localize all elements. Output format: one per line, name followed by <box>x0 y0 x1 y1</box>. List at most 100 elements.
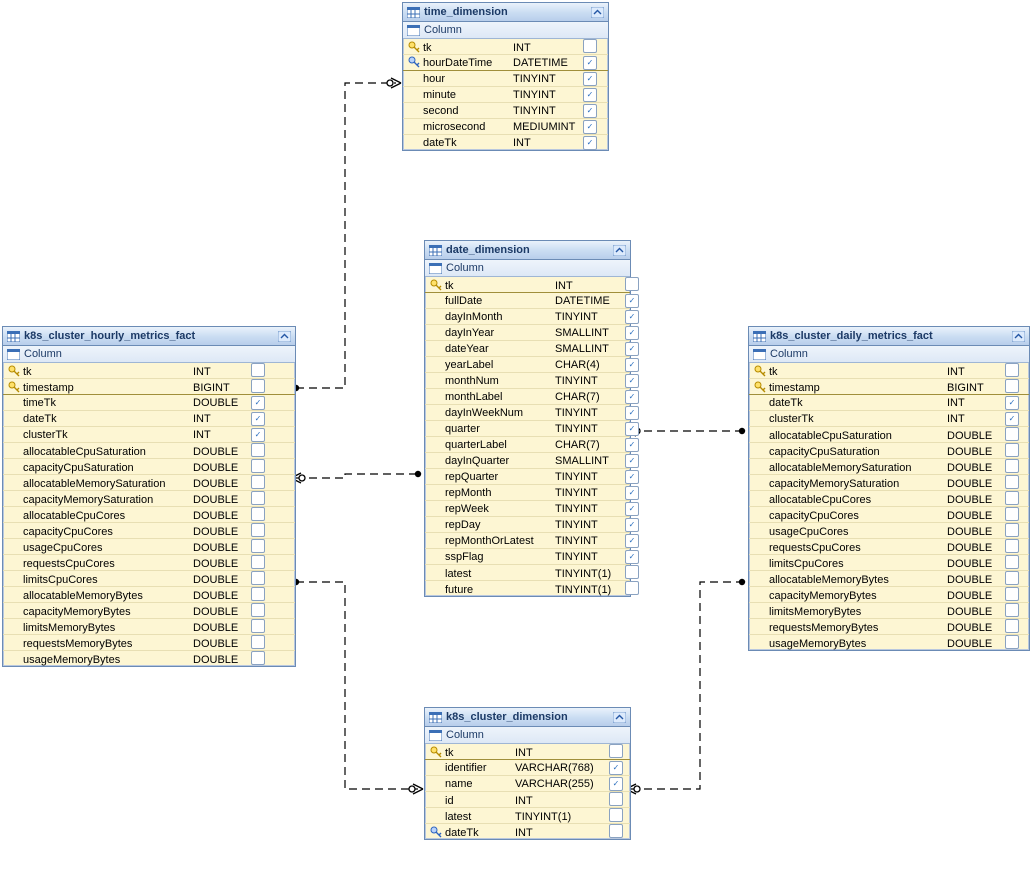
visibility-checkbox[interactable] <box>251 539 265 553</box>
column-row[interactable]: capacityCpuSaturationDOUBLE <box>749 443 1029 459</box>
visibility-checkbox[interactable]: ✓ <box>625 486 639 500</box>
visibility-checkbox[interactable]: ✓ <box>625 438 639 452</box>
visibility-checkbox[interactable]: ✓ <box>625 406 639 420</box>
visibility-checkbox[interactable] <box>251 635 265 649</box>
visibility-checkbox[interactable]: ✓ <box>625 390 639 404</box>
visibility-checkbox[interactable] <box>251 379 265 393</box>
visibility-checkbox[interactable] <box>251 523 265 537</box>
column-row[interactable]: nameVARCHAR(255)✓ <box>425 776 630 792</box>
visibility-checkbox[interactable] <box>251 603 265 617</box>
column-row[interactable]: usageMemoryBytesDOUBLE <box>749 635 1029 650</box>
visibility-checkbox[interactable] <box>625 581 639 595</box>
column-row[interactable]: repWeekTINYINT✓ <box>425 501 630 517</box>
column-row[interactable]: capacityMemorySaturationDOUBLE <box>3 491 295 507</box>
visibility-checkbox[interactable]: ✓ <box>625 518 639 532</box>
collapse-icon[interactable] <box>613 712 626 723</box>
column-row[interactable]: microsecondMEDIUMINT✓ <box>403 119 608 135</box>
collapse-icon[interactable] <box>613 245 626 256</box>
visibility-checkbox[interactable]: ✓ <box>625 470 639 484</box>
visibility-checkbox[interactable]: ✓ <box>625 422 639 436</box>
visibility-checkbox[interactable] <box>251 507 265 521</box>
visibility-checkbox[interactable]: ✓ <box>251 396 265 410</box>
collapse-icon[interactable] <box>278 331 291 342</box>
column-row[interactable]: tkINT <box>3 363 295 379</box>
table-cluster-dimension[interactable]: k8s_cluster_dimensionColumntkINTidentifi… <box>424 707 631 840</box>
column-row[interactable]: clusterTkINT✓ <box>3 427 295 443</box>
column-row[interactable]: quarterLabelCHAR(7)✓ <box>425 437 630 453</box>
column-row[interactable]: dateTkINT✓ <box>749 395 1029 411</box>
column-row[interactable]: dateYearSMALLINT✓ <box>425 341 630 357</box>
column-row[interactable]: dayInYearSMALLINT✓ <box>425 325 630 341</box>
visibility-checkbox[interactable] <box>1005 459 1019 473</box>
table-title-bar[interactable]: date_dimension <box>425 241 630 260</box>
column-row[interactable]: requestsCpuCoresDOUBLE <box>749 539 1029 555</box>
column-row[interactable]: minuteTINYINT✓ <box>403 87 608 103</box>
column-row[interactable]: requestsMemoryBytesDOUBLE <box>749 619 1029 635</box>
column-row[interactable]: quarterTINYINT✓ <box>425 421 630 437</box>
table-title-bar[interactable]: time_dimension <box>403 3 608 22</box>
table-title-bar[interactable]: k8s_cluster_daily_metrics_fact <box>749 327 1029 346</box>
visibility-checkbox[interactable] <box>251 587 265 601</box>
visibility-checkbox[interactable]: ✓ <box>625 342 639 356</box>
column-row[interactable]: tkINT <box>425 277 630 293</box>
visibility-checkbox[interactable]: ✓ <box>625 550 639 564</box>
visibility-checkbox[interactable] <box>251 363 265 377</box>
column-row[interactable]: usageMemoryBytesDOUBLE <box>3 651 295 666</box>
visibility-checkbox[interactable] <box>251 443 265 457</box>
visibility-checkbox[interactable] <box>1005 507 1019 521</box>
column-row[interactable]: tkINT <box>403 39 608 55</box>
visibility-checkbox[interactable]: ✓ <box>251 412 265 426</box>
column-row[interactable]: allocatableCpuSaturationDOUBLE <box>3 443 295 459</box>
table-title-bar[interactable]: k8s_cluster_dimension <box>425 708 630 727</box>
visibility-checkbox[interactable] <box>1005 539 1019 553</box>
visibility-checkbox[interactable]: ✓ <box>625 374 639 388</box>
column-row[interactable]: limitsCpuCoresDOUBLE <box>749 555 1029 571</box>
visibility-checkbox[interactable] <box>1005 571 1019 585</box>
column-row[interactable]: allocatableMemorySaturationDOUBLE <box>3 475 295 491</box>
column-row[interactable]: capacityMemoryBytesDOUBLE <box>749 587 1029 603</box>
visibility-checkbox[interactable]: ✓ <box>1005 412 1019 426</box>
column-row[interactable]: identifierVARCHAR(768)✓ <box>425 760 630 776</box>
column-row[interactable]: hourTINYINT✓ <box>403 71 608 87</box>
column-row[interactable]: timeTkDOUBLE✓ <box>3 395 295 411</box>
visibility-checkbox[interactable] <box>609 824 623 838</box>
column-row[interactable]: tkINT <box>425 744 630 760</box>
column-row[interactable]: repDayTINYINT✓ <box>425 517 630 533</box>
column-row[interactable]: requestsMemoryBytesDOUBLE <box>3 635 295 651</box>
column-row[interactable]: clusterTkINT✓ <box>749 411 1029 427</box>
column-row[interactable]: allocatableCpuSaturationDOUBLE <box>749 427 1029 443</box>
visibility-checkbox[interactable]: ✓ <box>583 120 597 134</box>
visibility-checkbox[interactable] <box>251 619 265 633</box>
column-row[interactable]: requestsCpuCoresDOUBLE <box>3 555 295 571</box>
visibility-checkbox[interactable] <box>1005 427 1019 441</box>
column-row[interactable]: hourDateTimeDATETIME✓ <box>403 55 608 71</box>
visibility-checkbox[interactable] <box>251 491 265 505</box>
visibility-checkbox[interactable]: ✓ <box>609 777 623 791</box>
column-row[interactable]: limitsCpuCoresDOUBLE <box>3 571 295 587</box>
column-row[interactable]: limitsMemoryBytesDOUBLE <box>3 619 295 635</box>
column-row[interactable]: usageCpuCoresDOUBLE <box>749 523 1029 539</box>
column-row[interactable]: usageCpuCoresDOUBLE <box>3 539 295 555</box>
column-row[interactable]: capacityCpuCoresDOUBLE <box>3 523 295 539</box>
column-row[interactable]: idINT <box>425 792 630 808</box>
visibility-checkbox[interactable] <box>609 808 623 822</box>
visibility-checkbox[interactable] <box>251 459 265 473</box>
column-row[interactable]: latestTINYINT(1) <box>425 565 630 581</box>
column-row[interactable]: timestampBIGINT <box>3 379 295 395</box>
column-row[interactable]: capacityCpuSaturationDOUBLE <box>3 459 295 475</box>
column-row[interactable]: secondTINYINT✓ <box>403 103 608 119</box>
visibility-checkbox[interactable]: ✓ <box>625 502 639 516</box>
table-title-bar[interactable]: k8s_cluster_hourly_metrics_fact <box>3 327 295 346</box>
visibility-checkbox[interactable]: ✓ <box>625 358 639 372</box>
visibility-checkbox[interactable] <box>1005 619 1019 633</box>
visibility-checkbox[interactable]: ✓ <box>251 428 265 442</box>
visibility-checkbox[interactable] <box>1005 379 1019 393</box>
column-row[interactable]: repMonthTINYINT✓ <box>425 485 630 501</box>
column-row[interactable]: futureTINYINT(1) <box>425 581 630 596</box>
visibility-checkbox[interactable] <box>251 651 265 665</box>
visibility-checkbox[interactable]: ✓ <box>583 136 597 150</box>
visibility-checkbox[interactable]: ✓ <box>625 326 639 340</box>
column-row[interactable]: allocatableMemoryBytesDOUBLE <box>749 571 1029 587</box>
visibility-checkbox[interactable] <box>625 277 639 291</box>
column-row[interactable]: repQuarterTINYINT✓ <box>425 469 630 485</box>
